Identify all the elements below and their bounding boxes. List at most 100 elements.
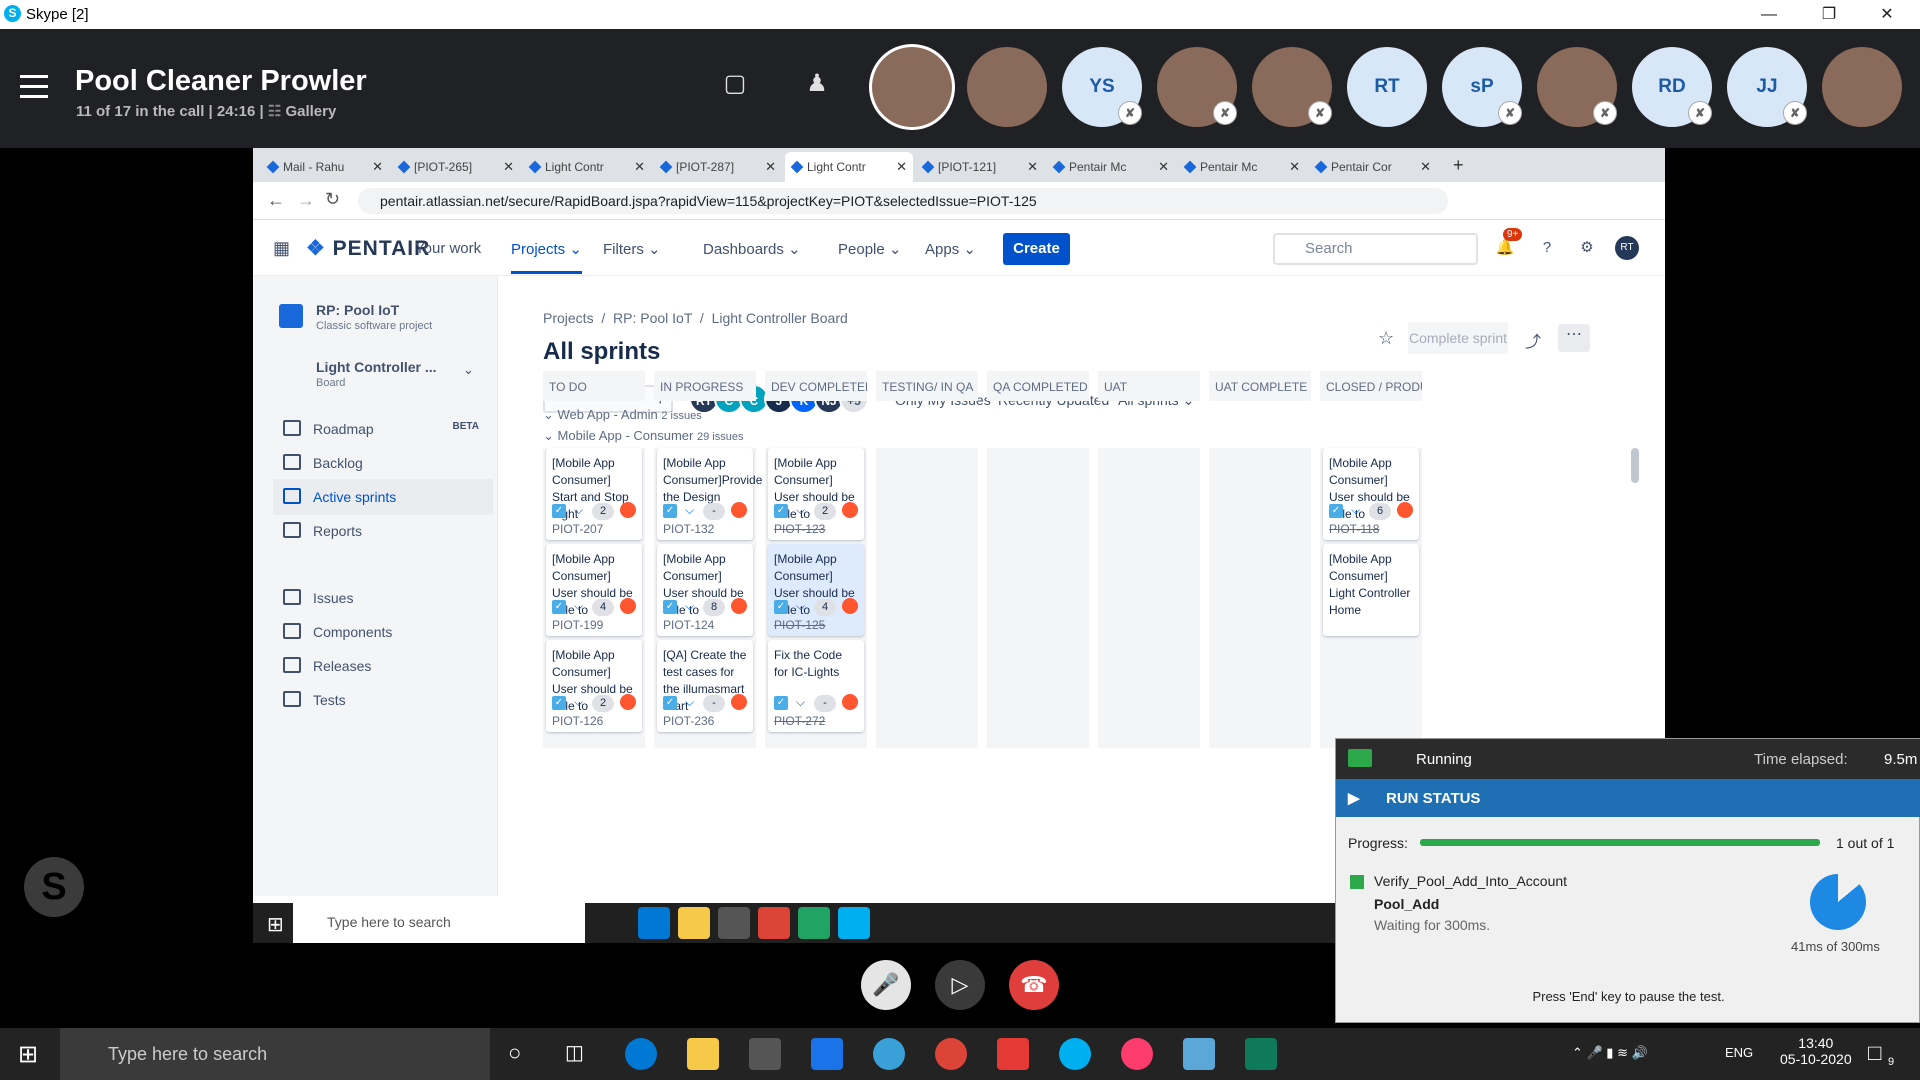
store-icon[interactable] (749, 1038, 781, 1070)
taskbar-search[interactable]: Type here to search (60, 1028, 490, 1080)
browser-tab[interactable]: [PIOT-265] ✕ (392, 152, 520, 182)
participant-avatar[interactable]: RD ✘ (1632, 47, 1712, 127)
participant-avatar[interactable] (967, 47, 1047, 127)
tray-icons[interactable]: ⌃ 🎤 ▮ ≋ 🔊 (1572, 1045, 1648, 1061)
issue-card[interactable]: Fix the Code for IC-Lights ✓ ⌵ - PIOT-272 (768, 640, 864, 732)
chrome-icon[interactable] (758, 907, 790, 939)
nav-projects[interactable]: Projects ⌄ (511, 240, 582, 274)
browser-tab[interactable]: Light Contr ✕ (785, 152, 913, 182)
minimize-button[interactable]: — (1746, 2, 1792, 28)
new-tab-button[interactable]: + (1453, 155, 1464, 176)
issue-card[interactable]: [Mobile App Consumer] User should be abl… (768, 544, 864, 636)
add-person-icon[interactable]: ♟ (800, 69, 834, 103)
participant-avatar[interactable]: ✘ (1252, 47, 1332, 127)
task-view-icon[interactable]: ◫ (565, 1040, 584, 1065)
swimlane-mobile-consumer[interactable]: ⌄ Mobile App - Consumer 29 issues (543, 428, 743, 444)
nav-dashboards[interactable]: Dashboards ⌄ (703, 240, 801, 258)
participant-avatar[interactable]: JJ ✘ (1727, 47, 1807, 127)
windows-start-icon[interactable]: ⊞ (18, 1040, 38, 1069)
sidebar-item-backlog[interactable]: Backlog (273, 445, 493, 481)
browser-tab[interactable]: Mail - Rahu ✕ (261, 152, 389, 182)
issue-card[interactable]: [Mobile App Consumer] Light Controller H… (1323, 544, 1419, 636)
board-name[interactable]: Light Controller ... (316, 359, 437, 375)
share-icon[interactable]: ⤴ (1525, 328, 1541, 352)
back-icon[interactable]: ← (267, 190, 285, 211)
skype-taskbar-icon[interactable] (1059, 1038, 1091, 1070)
help-icon[interactable]: ? (1535, 236, 1559, 260)
menu-icon[interactable] (20, 75, 50, 99)
issue-card[interactable]: [Mobile App Consumer] User should be abl… (1323, 448, 1419, 540)
issue-card[interactable]: [Mobile App Consumer]Provide the Design ✓… (657, 448, 762, 540)
tool-icon[interactable] (997, 1038, 1029, 1070)
board-chevron-icon[interactable]: ⌄ (463, 362, 474, 378)
nav-filters[interactable]: Filters ⌄ (603, 240, 661, 258)
store-icon[interactable] (718, 907, 750, 939)
notes-icon[interactable] (1183, 1038, 1215, 1070)
participant-avatar[interactable] (1822, 47, 1902, 127)
address-bar[interactable]: pentair.atlassian.net/secure/RapidBoard.… (358, 188, 1448, 214)
file-explorer-icon[interactable] (678, 907, 710, 939)
pentair-logo[interactable]: ❖ PENTAIR (306, 236, 430, 261)
sheets-icon[interactable] (798, 907, 830, 939)
participant-avatar[interactable] (872, 47, 952, 127)
participant-avatar[interactable]: ✘ (1537, 47, 1617, 127)
tab-close-icon[interactable]: ✕ (503, 159, 514, 175)
board-scrollbar[interactable] (1631, 448, 1639, 483)
tab-close-icon[interactable]: ✕ (1158, 159, 1169, 175)
input-language[interactable]: ENG (1725, 1045, 1753, 1060)
issue-card[interactable]: [QA] Create the test cases for the illum… (657, 640, 753, 732)
sidebar-item-active-sprints[interactable]: Active sprints (273, 479, 493, 515)
participant-avatar[interactable]: YS ✘ (1062, 47, 1142, 127)
issue-card[interactable]: [Mobile App Consumer] User should be abl… (657, 544, 753, 636)
browser-tab[interactable]: [PIOT-121] ✕ (916, 152, 1044, 182)
star-icon[interactable]: ☆ (1378, 328, 1394, 349)
edge-icon[interactable] (625, 1038, 657, 1070)
nav-apps[interactable]: Apps ⌄ (925, 240, 976, 258)
browser-tab[interactable]: Pentair Mc ✕ (1178, 152, 1306, 182)
issue-card[interactable]: [Mobile App Consumer] User should be abl… (546, 544, 642, 636)
chrome-icon[interactable] (935, 1038, 967, 1070)
issue-card[interactable]: [Mobile App Consumer] User should be abl… (768, 448, 864, 540)
browser-tab[interactable]: Pentair Cor ✕ (1309, 152, 1437, 182)
skype-taskbar-icon[interactable] (838, 907, 870, 939)
mail-icon[interactable] (811, 1038, 843, 1070)
microphone-button[interactable]: 🎤 (861, 960, 911, 1010)
tab-close-icon[interactable]: ✕ (765, 159, 776, 175)
browser-tab[interactable]: Light Contr ✕ (523, 152, 651, 182)
sidebar-item-reports[interactable]: Reports (273, 513, 493, 549)
windows-start-icon[interactable]: ⊞ (267, 912, 284, 937)
participant-avatar[interactable]: ✘ (1157, 47, 1237, 127)
itunes-icon[interactable] (1121, 1038, 1153, 1070)
nav-people[interactable]: People ⌄ (838, 240, 901, 258)
jira-search-input[interactable]: Search (1273, 233, 1478, 265)
file-explorer-icon[interactable] (687, 1038, 719, 1070)
sidebar-item-components[interactable]: Components (273, 614, 493, 650)
app-icon[interactable] (873, 1038, 905, 1070)
participant-avatar[interactable]: sP ✘ (1442, 47, 1522, 127)
end-call-button[interactable]: ☎ (1009, 960, 1059, 1010)
issue-card[interactable]: [Mobile App Consumer] Start and Stop Lig… (546, 448, 642, 540)
swimlane-web-admin[interactable]: ⌄ Web App - Admin 2 issues (543, 407, 702, 423)
video-off-button[interactable]: ▷ (935, 960, 985, 1010)
run-status-header[interactable]: ▶ RUN STATUS (1336, 779, 1920, 817)
tab-close-icon[interactable]: ✕ (1289, 159, 1300, 175)
app-window-icon[interactable] (1245, 1038, 1277, 1070)
forward-icon[interactable]: → (297, 190, 315, 211)
close-button[interactable]: ✕ (1864, 2, 1910, 28)
more-icon[interactable]: ⋯ (1558, 324, 1590, 352)
complete-sprint-button[interactable]: Complete sprint (1408, 322, 1508, 354)
tab-close-icon[interactable]: ✕ (896, 159, 907, 175)
sidebar-item-issues[interactable]: Issues (273, 580, 493, 616)
clock[interactable]: 13:40 05-10-2020 (1780, 1035, 1852, 1067)
participant-avatar[interactable]: RT (1347, 47, 1427, 127)
sidebar-item-roadmap[interactable]: Roadmap BETA (273, 411, 493, 447)
settings-icon[interactable]: ⚙ (1575, 236, 1599, 260)
create-button[interactable]: Create (1003, 233, 1070, 265)
app-switcher-icon[interactable]: ▦ (273, 238, 290, 259)
restore-button[interactable]: ❐ (1806, 2, 1852, 28)
screen-share-icon[interactable]: ▢ (718, 69, 752, 103)
reload-icon[interactable]: ↻ (325, 189, 340, 210)
sidebar-item-releases[interactable]: Releases (273, 648, 493, 684)
tab-close-icon[interactable]: ✕ (634, 159, 645, 175)
skype-floating-icon[interactable]: S (24, 857, 84, 917)
